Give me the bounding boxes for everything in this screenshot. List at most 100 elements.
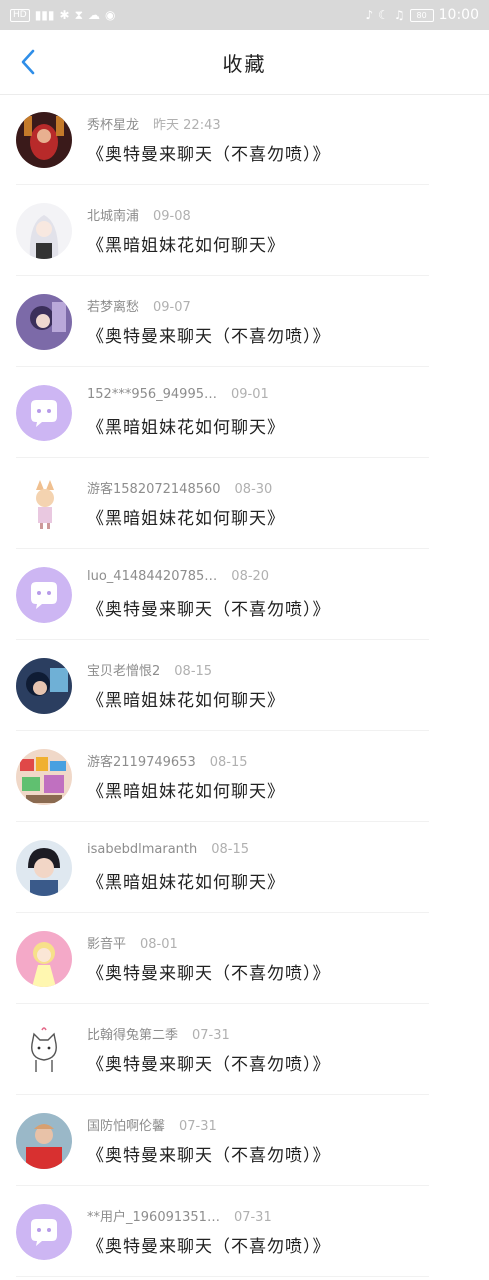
author-name: 若梦离愁	[87, 300, 140, 315]
avatar[interactable]	[16, 1112, 72, 1169]
avatar[interactable]	[16, 566, 72, 623]
author-name: 比翰得兔第二季	[87, 1028, 179, 1043]
favorite-time: 07-31	[179, 1119, 217, 1134]
favorite-item[interactable]: **用户_196091351… 07-31 《奥特曼来聊天（不喜勿喷）》	[0, 1186, 489, 1277]
moon-icon: ☾	[378, 8, 389, 22]
favorite-info: 北城南浦 09-08 《黑暗姐妹花如何聊天》	[87, 205, 285, 256]
favorite-title: 《黑暗姐妹花如何聊天》	[87, 782, 285, 802]
favorite-title: 《奥特曼来聊天（不喜勿喷）》	[87, 1146, 331, 1166]
app-icon: ◉	[105, 8, 116, 22]
favorite-title: 《奥特曼来聊天（不喜勿喷）》	[87, 1237, 331, 1257]
author-name: isabebdlmaranth	[87, 842, 198, 857]
favorite-meta: 游客2119749653 08-15	[87, 751, 285, 771]
favorite-item[interactable]: 152***956_94995… 09-01 《黑暗姐妹花如何聊天》	[0, 367, 489, 458]
favorite-item[interactable]: 国防怕啊伦馨 07-31 《奥特曼来聊天（不喜勿喷）》	[0, 1095, 489, 1186]
favorite-item[interactable]: 秀杯星龙 昨天 22:43 《奥特曼来聊天（不喜勿喷）》	[0, 94, 489, 185]
avatar[interactable]	[16, 839, 72, 896]
favorite-item[interactable]: isabebdlmaranth 08-15 《黑暗姐妹花如何聊天》	[0, 822, 489, 913]
author-name: 北城南浦	[87, 209, 140, 224]
favorite-item[interactable]: 影音平 08-01 《奥特曼来聊天（不喜勿喷）》	[0, 913, 489, 1004]
favorite-meta: 国防怕啊伦馨 07-31	[87, 1115, 331, 1135]
favorite-info: luo_41484420785… 08-20 《奥特曼来聊天（不喜勿喷）》	[87, 569, 331, 620]
favorite-meta: 152***956_94995… 09-01	[87, 387, 285, 407]
hd-icon: HD	[10, 8, 30, 22]
favorite-title: 《奥特曼来聊天（不喜勿喷）》	[87, 145, 331, 165]
favorite-time: 07-31	[233, 1210, 272, 1225]
author-name: luo_41484420785…	[87, 569, 218, 584]
favorite-info: 影音平 08-01 《奥特曼来聊天（不喜勿喷）》	[87, 933, 331, 984]
favorite-title: 《奥特曼来聊天（不喜勿喷）》	[87, 1055, 331, 1075]
author-name: **用户_196091351…	[87, 1210, 220, 1225]
favorite-meta: **用户_196091351… 07-31	[87, 1206, 331, 1226]
avatar[interactable]	[16, 657, 72, 714]
nav-header: 收藏	[0, 30, 489, 95]
favorite-meta: 北城南浦 09-08	[87, 205, 285, 225]
avatar[interactable]	[16, 930, 72, 987]
avatar[interactable]	[16, 475, 72, 532]
author-name: 游客2119749653	[87, 755, 196, 770]
avatar[interactable]	[16, 1203, 72, 1260]
favorite-meta: 若梦离愁 09-07	[87, 296, 331, 316]
favorite-title: 《黑暗姐妹花如何聊天》	[87, 873, 285, 893]
favorite-item[interactable]: 宝贝老憎恨2 08-15 《黑暗姐妹花如何聊天》	[0, 640, 489, 731]
favorite-meta: isabebdlmaranth 08-15	[87, 842, 285, 862]
avatar[interactable]	[16, 111, 72, 168]
favorite-title: 《奥特曼来聊天（不喜勿喷）》	[87, 327, 331, 347]
favorite-title: 《黑暗姐妹花如何聊天》	[87, 691, 285, 711]
avatar[interactable]	[16, 293, 72, 350]
favorite-info: 游客1582072148560 08-30 《黑暗姐妹花如何聊天》	[87, 478, 285, 529]
favorite-info: 秀杯星龙 昨天 22:43 《奥特曼来聊天（不喜勿喷）》	[87, 114, 331, 165]
favorite-info: 若梦离愁 09-07 《奥特曼来聊天（不喜勿喷）》	[87, 296, 331, 347]
favorite-info: **用户_196091351… 07-31 《奥特曼来聊天（不喜勿喷）》	[87, 1206, 331, 1257]
favorite-info: isabebdlmaranth 08-15 《黑暗姐妹花如何聊天》	[87, 842, 285, 893]
status-bar: HD ▮▮▮ ✱ ⧗ ☁ ◉ ♪ ☾ ♫ 80 10:00	[0, 0, 489, 30]
microphone-icon: ♪	[365, 8, 374, 22]
favorite-meta: 比翰得兔第二季 07-31	[87, 1024, 331, 1044]
favorite-title: 《奥特曼来聊天（不喜勿喷）》	[87, 600, 331, 620]
avatar[interactable]	[16, 384, 72, 441]
back-button[interactable]	[14, 48, 42, 76]
avatar[interactable]	[16, 202, 72, 259]
favorite-item[interactable]: luo_41484420785… 08-20 《奥特曼来聊天（不喜勿喷）》	[0, 549, 489, 640]
favorite-meta: 影音平 08-01	[87, 933, 331, 953]
hourglass-icon: ⧗	[74, 8, 84, 22]
favorite-time: 08-15	[174, 664, 213, 679]
favorite-item[interactable]: 北城南浦 09-08 《黑暗姐妹花如何聊天》	[0, 185, 489, 276]
favorite-info: 比翰得兔第二季 07-31 《奥特曼来聊天（不喜勿喷）》	[87, 1024, 331, 1075]
favorite-title: 《黑暗姐妹花如何聊天》	[87, 418, 285, 438]
favorite-meta: 游客1582072148560 08-30	[87, 478, 285, 498]
favorite-title: 《黑暗姐妹花如何聊天》	[87, 509, 285, 529]
avatar[interactable]	[16, 1021, 72, 1078]
favorite-meta: 秀杯星龙 昨天 22:43	[87, 114, 331, 134]
favorite-item[interactable]: 比翰得兔第二季 07-31 《奥特曼来聊天（不喜勿喷）》	[0, 1004, 489, 1095]
favorites-list: 秀杯星龙 昨天 22:43 《奥特曼来聊天（不喜勿喷）》 北城南浦 09-08 …	[0, 94, 489, 1277]
favorite-time: 08-20	[231, 569, 270, 584]
favorite-item[interactable]: 游客2119749653 08-15 《黑暗姐妹花如何聊天》	[0, 731, 489, 822]
author-name: 152***956_94995…	[87, 387, 217, 402]
chevron-left-icon	[21, 49, 35, 75]
author-name: 秀杯星龙	[87, 118, 140, 133]
author-name: 国防怕啊伦馨	[87, 1119, 166, 1134]
favorite-time: 09-07	[153, 300, 191, 315]
page-title: 收藏	[222, 51, 267, 76]
favorite-item[interactable]: 若梦离愁 09-07 《奥特曼来聊天（不喜勿喷）》	[0, 276, 489, 367]
avatar[interactable]	[16, 748, 72, 805]
favorite-item[interactable]: 游客1582072148560 08-30 《黑暗姐妹花如何聊天》	[0, 458, 489, 549]
cloud-icon: ☁	[88, 8, 101, 22]
favorite-info: 宝贝老憎恨2 08-15 《黑暗姐妹花如何聊天》	[87, 660, 285, 711]
favorite-info: 国防怕啊伦馨 07-31 《奥特曼来聊天（不喜勿喷）》	[87, 1115, 331, 1166]
favorite-title: 《黑暗姐妹花如何聊天》	[87, 236, 285, 256]
author-name: 影音平	[87, 937, 127, 952]
clock: 10:00	[438, 7, 479, 23]
mute-bell-icon: ♫	[393, 8, 405, 22]
favorite-time: 08-01	[140, 937, 178, 952]
favorite-time: 07-31	[192, 1028, 230, 1043]
favorite-time: 08-15	[211, 842, 250, 857]
favorite-info: 152***956_94995… 09-01 《黑暗姐妹花如何聊天》	[87, 387, 285, 438]
battery-icon: 80	[409, 8, 434, 22]
favorite-time: 08-15	[209, 755, 248, 770]
author-name: 宝贝老憎恨2	[87, 664, 161, 679]
favorite-meta: 宝贝老憎恨2 08-15	[87, 660, 285, 680]
favorite-title: 《奥特曼来聊天（不喜勿喷）》	[87, 964, 331, 984]
favorite-info: 游客2119749653 08-15 《黑暗姐妹花如何聊天》	[87, 751, 285, 802]
